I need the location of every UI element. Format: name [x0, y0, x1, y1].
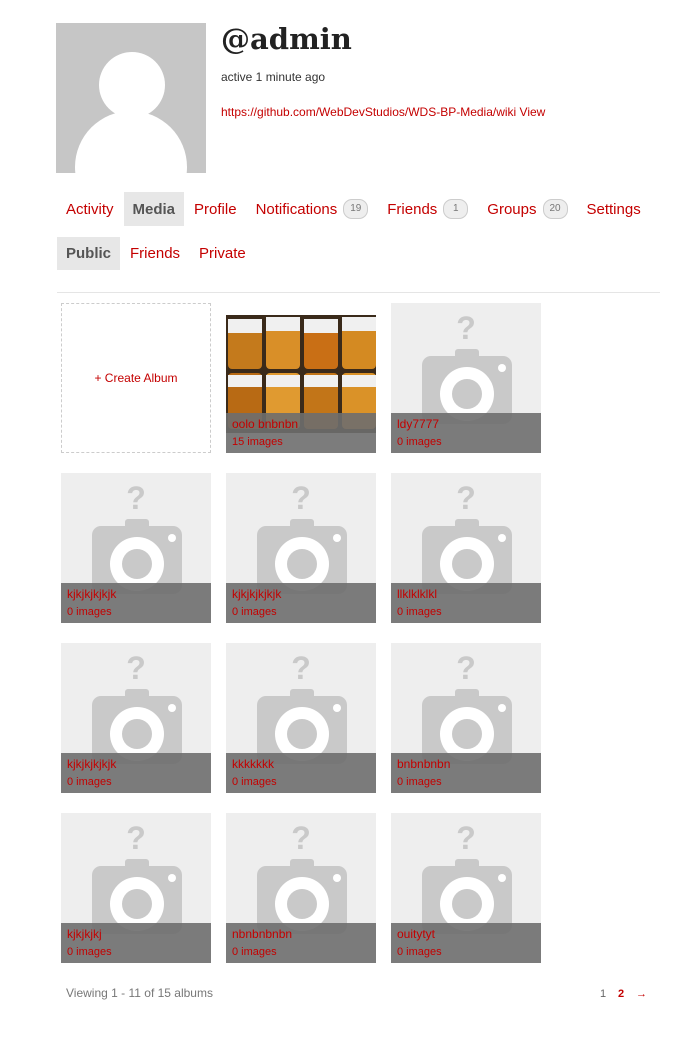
- album-caption: kjkjkjkjkjk 0 images: [61, 753, 211, 793]
- tab-groups[interactable]: Groups 20: [478, 192, 576, 226]
- album-name[interactable]: oolo bnbnbn: [232, 417, 298, 431]
- album-card[interactable]: ? ldy7777 0 images: [391, 303, 541, 453]
- album-caption: kjkjkjkjkjk 0 images: [226, 583, 376, 623]
- tab-label: Friends: [387, 200, 438, 218]
- album-caption: kkkkkkk 0 images: [226, 753, 376, 793]
- svg-text:?: ?: [456, 480, 476, 516]
- album-caption: ldy7777 0 images: [391, 413, 541, 453]
- album-name[interactable]: ouitytyt: [397, 927, 435, 941]
- album-name[interactable]: kkkkkkk: [232, 757, 274, 771]
- album-name[interactable]: llklklklkl: [397, 587, 437, 601]
- svg-text:?: ?: [126, 820, 146, 856]
- count-badge: 19: [343, 199, 369, 219]
- create-album-label: + Create Album: [94, 371, 178, 385]
- album-image-count: 0 images: [397, 436, 442, 448]
- page-2-link[interactable]: 2: [618, 988, 624, 1000]
- pagination-count: Viewing 1 - 11 of 15 albums: [66, 986, 213, 1000]
- album-caption: kjkjkjkjkjk 0 images: [61, 583, 211, 623]
- tab-label: Notifications: [255, 200, 338, 218]
- album-card[interactable]: ? kjkjkjkj 0 images: [61, 813, 211, 963]
- svg-text:?: ?: [126, 650, 146, 686]
- tab-label: Activity: [66, 200, 114, 218]
- tab-label: Profile: [194, 200, 237, 218]
- album-caption: kjkjkjkj 0 images: [61, 923, 211, 963]
- album-caption: bnbnbnbn 0 images: [391, 753, 541, 793]
- album-name[interactable]: kjkjkjkjkjk: [67, 757, 116, 771]
- subtab-public[interactable]: Public: [57, 237, 121, 270]
- album-card[interactable]: ? kjkjkjkjkjk 0 images: [61, 643, 211, 793]
- tab-friends[interactable]: Friends 1: [378, 192, 477, 226]
- svg-text:?: ?: [291, 480, 311, 516]
- tab-profile[interactable]: Profile: [185, 192, 246, 226]
- album-name[interactable]: kjkjkjkjkjk: [67, 587, 116, 601]
- profile-nav: Activity Media Profile Notifications 19 Frien…: [57, 192, 651, 226]
- avatar-body-shape: [75, 111, 187, 173]
- create-album-button[interactable]: + Create Album: [61, 303, 211, 453]
- tab-settings[interactable]: Settings: [578, 192, 650, 226]
- album-card[interactable]: ? llklklklkl 0 images: [391, 473, 541, 623]
- album-card[interactable]: ? kkkkkkk 0 images: [226, 643, 376, 793]
- svg-text:?: ?: [291, 650, 311, 686]
- avatar[interactable]: [56, 23, 206, 173]
- album-card[interactable]: ? nbnbnbnbn 0 images: [226, 813, 376, 963]
- album-caption: ouitytyt 0 images: [391, 923, 541, 963]
- tab-label: Media: [132, 200, 176, 218]
- album-name[interactable]: nbnbnbnbn: [232, 927, 292, 941]
- album-image-count: 0 images: [232, 776, 277, 788]
- subtab-friends[interactable]: Friends: [121, 237, 189, 270]
- next-page-arrow-icon[interactable]: →: [636, 988, 647, 1000]
- tab-media[interactable]: Media: [123, 192, 185, 226]
- user-handle: @admin: [221, 22, 352, 56]
- media-subnav: Public Friends Private: [57, 237, 256, 270]
- count-badge: 1: [443, 199, 469, 219]
- album-image-count: 0 images: [67, 946, 112, 958]
- profile-link[interactable]: https://github.com/WebDevStudios/WDS-BP-…: [221, 105, 545, 119]
- album-image-count: 0 images: [232, 946, 277, 958]
- tab-label: Settings: [586, 200, 641, 218]
- album-name[interactable]: ldy7777: [397, 417, 439, 431]
- album-caption: oolo bnbnbn 15 images: [226, 413, 376, 453]
- album-name[interactable]: kjkjkjkj: [67, 927, 102, 941]
- tab-notifications[interactable]: Notifications 19: [247, 192, 378, 226]
- album-card[interactable]: ? bnbnbnbn 0 images: [391, 643, 541, 793]
- page-1-link[interactable]: 1: [600, 988, 606, 1000]
- album-image-count: 0 images: [397, 606, 442, 618]
- last-active: active 1 minute ago: [221, 70, 326, 84]
- album-image-count: 0 images: [397, 776, 442, 788]
- svg-text:?: ?: [456, 820, 476, 856]
- subtab-private[interactable]: Private: [190, 237, 255, 270]
- svg-text:?: ?: [456, 310, 476, 346]
- album-image-count: 0 images: [67, 776, 112, 788]
- album-card[interactable]: ? ouitytyt 0 images: [391, 813, 541, 963]
- divider: [57, 292, 660, 293]
- count-badge: 20: [542, 199, 568, 219]
- album-card[interactable]: oolo bnbnbn 15 images: [226, 303, 376, 453]
- album-card[interactable]: ? kjkjkjkjkjk 0 images: [61, 473, 211, 623]
- tab-label: Groups: [487, 200, 537, 218]
- avatar-head-shape: [99, 52, 165, 118]
- album-caption: nbnbnbnbn 0 images: [226, 923, 376, 963]
- svg-text:?: ?: [291, 820, 311, 856]
- svg-text:?: ?: [456, 650, 476, 686]
- album-image-count: 0 images: [397, 946, 442, 958]
- album-card[interactable]: ? kjkjkjkjkjk 0 images: [226, 473, 376, 623]
- album-name[interactable]: bnbnbnbn: [397, 757, 450, 771]
- album-image-count: 15 images: [232, 436, 283, 448]
- album-image-count: 0 images: [67, 606, 112, 618]
- tab-activity[interactable]: Activity: [57, 192, 123, 226]
- svg-text:?: ?: [126, 480, 146, 516]
- album-caption: llklklklkl 0 images: [391, 583, 541, 623]
- album-name[interactable]: kjkjkjkjkjk: [232, 587, 281, 601]
- album-image-count: 0 images: [232, 606, 277, 618]
